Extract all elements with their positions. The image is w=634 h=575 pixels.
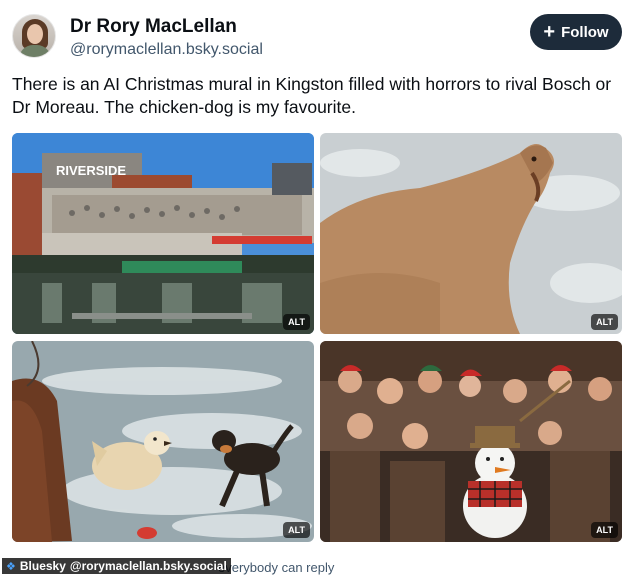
watermark-handle: @rorymaclellan.bsky.social xyxy=(69,559,227,573)
crowd-snowman-image xyxy=(320,341,622,542)
image-grid: RIVERSIDE ALT ALT ALT ALT xyxy=(12,133,623,543)
author-display-name[interactable]: Dr Rory MacLellan xyxy=(70,16,237,38)
dogs-in-water-image xyxy=(12,341,314,542)
alt-badge[interactable]: ALT xyxy=(283,314,310,330)
alt-badge[interactable]: ALT xyxy=(591,522,618,538)
bluesky-watermark: ❖ Bluesky @rorymaclellan.bsky.social xyxy=(2,558,231,574)
avatar[interactable] xyxy=(12,14,56,58)
post-footer: everybody can reply ❖ Bluesky @rorymacle… xyxy=(0,558,634,575)
reply-setting[interactable]: everybody can reply xyxy=(218,560,334,575)
post-header: Dr Rory MacLellan @rorymaclellan.bsky.so… xyxy=(12,14,622,62)
strange-animal-image xyxy=(320,133,622,334)
post-image-strange-animal[interactable]: ALT xyxy=(320,133,622,334)
post-image-riverside-mural[interactable]: RIVERSIDE ALT xyxy=(12,133,314,334)
author-handle[interactable]: @rorymaclellan.bsky.social xyxy=(70,41,263,59)
post-image-dogs-water[interactable]: ALT xyxy=(12,341,314,542)
riverside-building-image: RIVERSIDE xyxy=(12,133,314,334)
plus-icon: + xyxy=(543,21,556,43)
alt-badge[interactable]: ALT xyxy=(283,522,310,538)
post-text: There is an AI Christmas mural in Kingst… xyxy=(12,74,612,117)
watermark-brand: Bluesky xyxy=(19,559,66,573)
post-image-crowd-snowman[interactable]: ALT xyxy=(320,341,622,542)
follow-label: Follow xyxy=(561,23,609,41)
follow-button[interactable]: + Follow xyxy=(530,14,622,50)
alt-badge[interactable]: ALT xyxy=(591,314,618,330)
butterfly-icon: ❖ xyxy=(6,560,16,573)
